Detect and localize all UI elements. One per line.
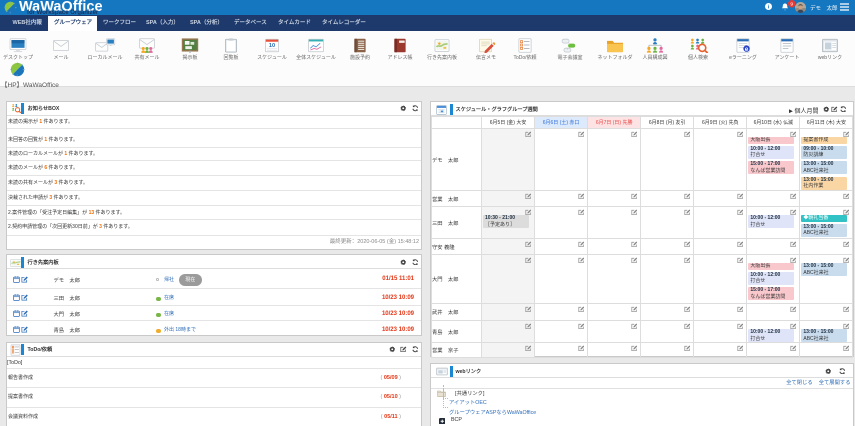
svg-text:10: 10 — [269, 43, 275, 49]
svg-text:e: e — [745, 46, 749, 53]
svg-text:9: 9 — [790, 1, 793, 7]
